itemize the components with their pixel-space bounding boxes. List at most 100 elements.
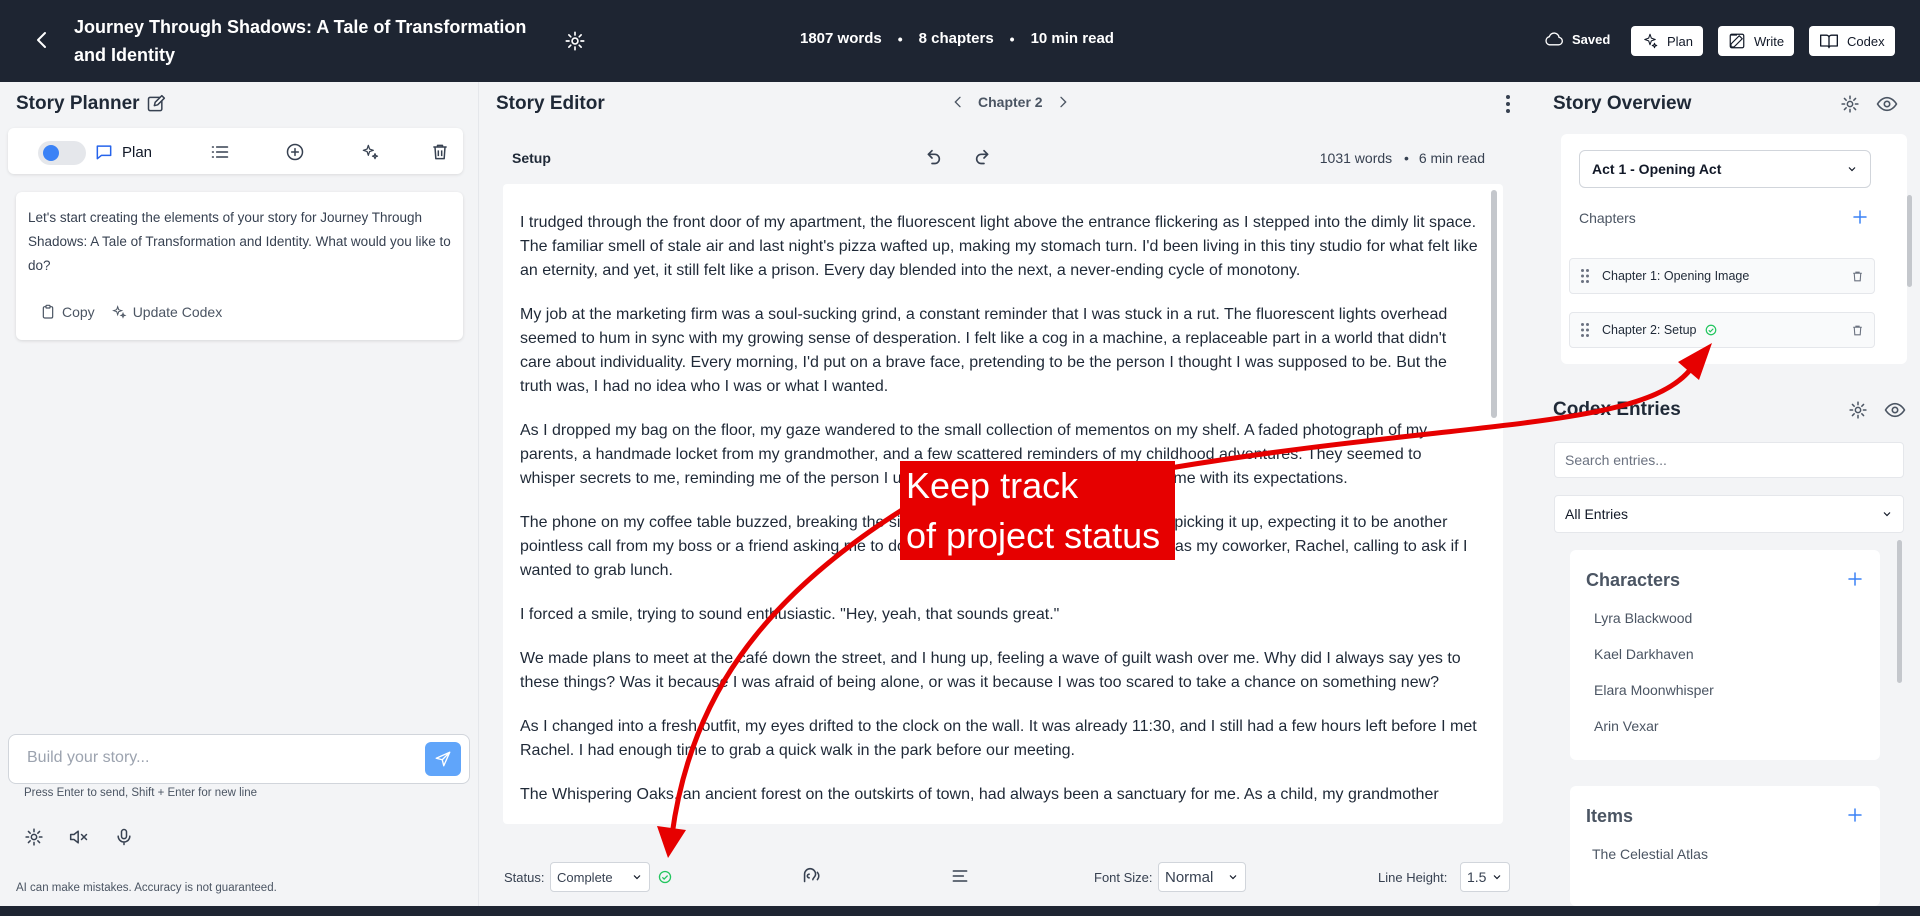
chevron-down-icon [1493, 875, 1501, 880]
settings-icon[interactable] [1840, 94, 1860, 114]
status-select[interactable]: Complete [550, 862, 650, 892]
text-to-speech-icon[interactable] [800, 865, 822, 887]
chevron-left-icon[interactable] [950, 94, 966, 110]
saved-label: Saved [1572, 31, 1611, 47]
eye-icon[interactable] [1876, 95, 1898, 113]
top-bar: Journey Through Shadows: A Tale of Trans… [0, 0, 1920, 82]
editor-statusbar: Status: Complete Font Size: Normal Line … [480, 852, 1540, 896]
story-paragraph[interactable]: I trudged through the front door of my a… [520, 211, 1481, 283]
separator-dot: • [897, 30, 903, 47]
ai-disclaimer: AI can make mistakes. Accuracy is not gu… [16, 882, 277, 894]
add-circle-icon[interactable] [285, 142, 305, 162]
section-word-count: 1031 words [1319, 150, 1393, 166]
mute-icon[interactable] [68, 827, 90, 847]
codex-search-box [1554, 442, 1904, 478]
story-paragraph[interactable]: We made plans to meet at the café down t… [520, 647, 1481, 695]
eye-icon[interactable] [1884, 401, 1906, 419]
check-circle-icon [658, 870, 672, 884]
add-chapter-icon[interactable] [1851, 208, 1869, 226]
update-codex-button[interactable]: Update Codex [111, 304, 223, 320]
trash-icon[interactable] [430, 142, 450, 162]
mode-toggle[interactable] [38, 141, 86, 165]
list-icon[interactable] [210, 142, 230, 162]
chevron-right-icon[interactable] [1055, 94, 1071, 110]
back-arrow-icon[interactable] [30, 28, 54, 52]
chat-input[interactable] [27, 749, 407, 767]
overview-title: Story Overview [1553, 93, 1692, 114]
microphone-icon[interactable] [114, 827, 134, 847]
item-entry[interactable]: The Celestial Atlas [1592, 846, 1708, 862]
send-button[interactable] [425, 742, 461, 776]
line-height-select[interactable]: 1.5 [1460, 862, 1510, 892]
codex-scrollbar[interactable] [1897, 540, 1902, 683]
story-paragraph[interactable]: The Whispering Oaks, an ancient forest o… [520, 783, 1481, 807]
more-options-icon[interactable] [1498, 92, 1518, 116]
trash-icon[interactable] [1851, 270, 1864, 283]
trash-icon[interactable] [1851, 324, 1864, 337]
settings-icon[interactable] [24, 827, 44, 847]
chat-icon [96, 145, 112, 160]
codex-filter-select[interactable]: All Entries [1554, 495, 1904, 533]
font-size-select[interactable]: Normal [1158, 862, 1246, 892]
gear-icon[interactable] [564, 30, 586, 52]
plan-mode-label: Plan [122, 143, 153, 161]
section-stats: 1031 words • 6 min read [1320, 150, 1485, 166]
font-size-value: Normal [1165, 868, 1214, 886]
chapter-navigator: Chapter 2 [950, 94, 1071, 110]
add-character-icon[interactable] [1846, 570, 1864, 588]
sparkle-icon[interactable] [360, 142, 380, 162]
codex-search-input[interactable] [1555, 443, 1903, 477]
cloud-icon [1545, 32, 1563, 46]
write-label: Write [1754, 33, 1785, 49]
drag-handle-icon[interactable] [1580, 322, 1590, 338]
redo-icon[interactable] [973, 147, 995, 169]
message-text: Let's start creating the elements of you… [28, 210, 451, 273]
act-select[interactable]: Act 1 - Opening Act [1579, 150, 1871, 188]
characters-card: Characters Lyra Blackwood Kael Darkhaven… [1570, 550, 1880, 760]
settings-icon[interactable] [1848, 400, 1868, 420]
callout-line-1: Keep track [906, 465, 1079, 506]
word-count: 1807 words [800, 30, 882, 47]
section-name: Setup [512, 150, 551, 166]
codex-button[interactable]: Codex [1809, 26, 1895, 56]
bottom-strip [0, 906, 1920, 916]
editor-scrollbar[interactable] [1491, 190, 1497, 418]
planner-toolbar: Plan [8, 128, 463, 174]
copy-label: Copy [62, 304, 95, 320]
character-entry[interactable]: Arin Vexar [1594, 718, 1659, 734]
items-title: Items [1586, 806, 1634, 826]
chapter-item[interactable]: Chapter 1: Opening Image [1569, 258, 1875, 294]
codex-title: Codex Entries [1553, 399, 1681, 420]
align-icon[interactable] [950, 866, 970, 886]
character-entry[interactable]: Elara Moonwhisper [1594, 682, 1714, 698]
book-icon [1820, 34, 1838, 49]
chapter-item[interactable]: Chapter 2: Setup [1569, 312, 1875, 348]
planner-title: Story Planner [16, 93, 140, 114]
line-height-value: 1.5 [1467, 869, 1487, 885]
message-actions: Copy Update Codex [40, 304, 222, 320]
separator-dot: • [1009, 30, 1015, 47]
character-entry[interactable]: Lyra Blackwood [1594, 610, 1692, 626]
copy-button[interactable]: Copy [40, 304, 95, 320]
sparkle-icon [1644, 33, 1658, 49]
codex-label: Codex [1847, 33, 1885, 49]
undo-icon[interactable] [921, 147, 943, 169]
edit-icon[interactable] [146, 94, 166, 114]
character-entry[interactable]: Kael Darkhaven [1594, 646, 1694, 662]
update-codex-label: Update Codex [132, 304, 223, 320]
story-paragraph[interactable]: My job at the marketing firm was a soul-… [520, 303, 1481, 399]
overview-scrollbar[interactable] [1907, 195, 1912, 287]
chevron-down-icon [1848, 167, 1856, 172]
story-paragraph[interactable]: I forced a smile, trying to sound enthus… [520, 603, 1481, 627]
story-paragraph[interactable]: As I changed into a fresh outfit, my eye… [520, 715, 1481, 763]
write-button[interactable]: Write [1718, 26, 1795, 56]
add-item-icon[interactable] [1846, 806, 1864, 824]
current-chapter: Chapter 2 [978, 94, 1043, 110]
edit-icon [1729, 33, 1745, 49]
drag-handle-icon[interactable] [1580, 268, 1590, 284]
characters-title: Characters [1586, 570, 1681, 590]
plan-button[interactable]: Plan [1631, 26, 1704, 56]
editor-title: Story Editor [496, 93, 605, 114]
plan-mode[interactable]: Plan [94, 142, 152, 162]
story-stats: 1807 words • 8 chapters • 10 min read [800, 30, 1114, 47]
